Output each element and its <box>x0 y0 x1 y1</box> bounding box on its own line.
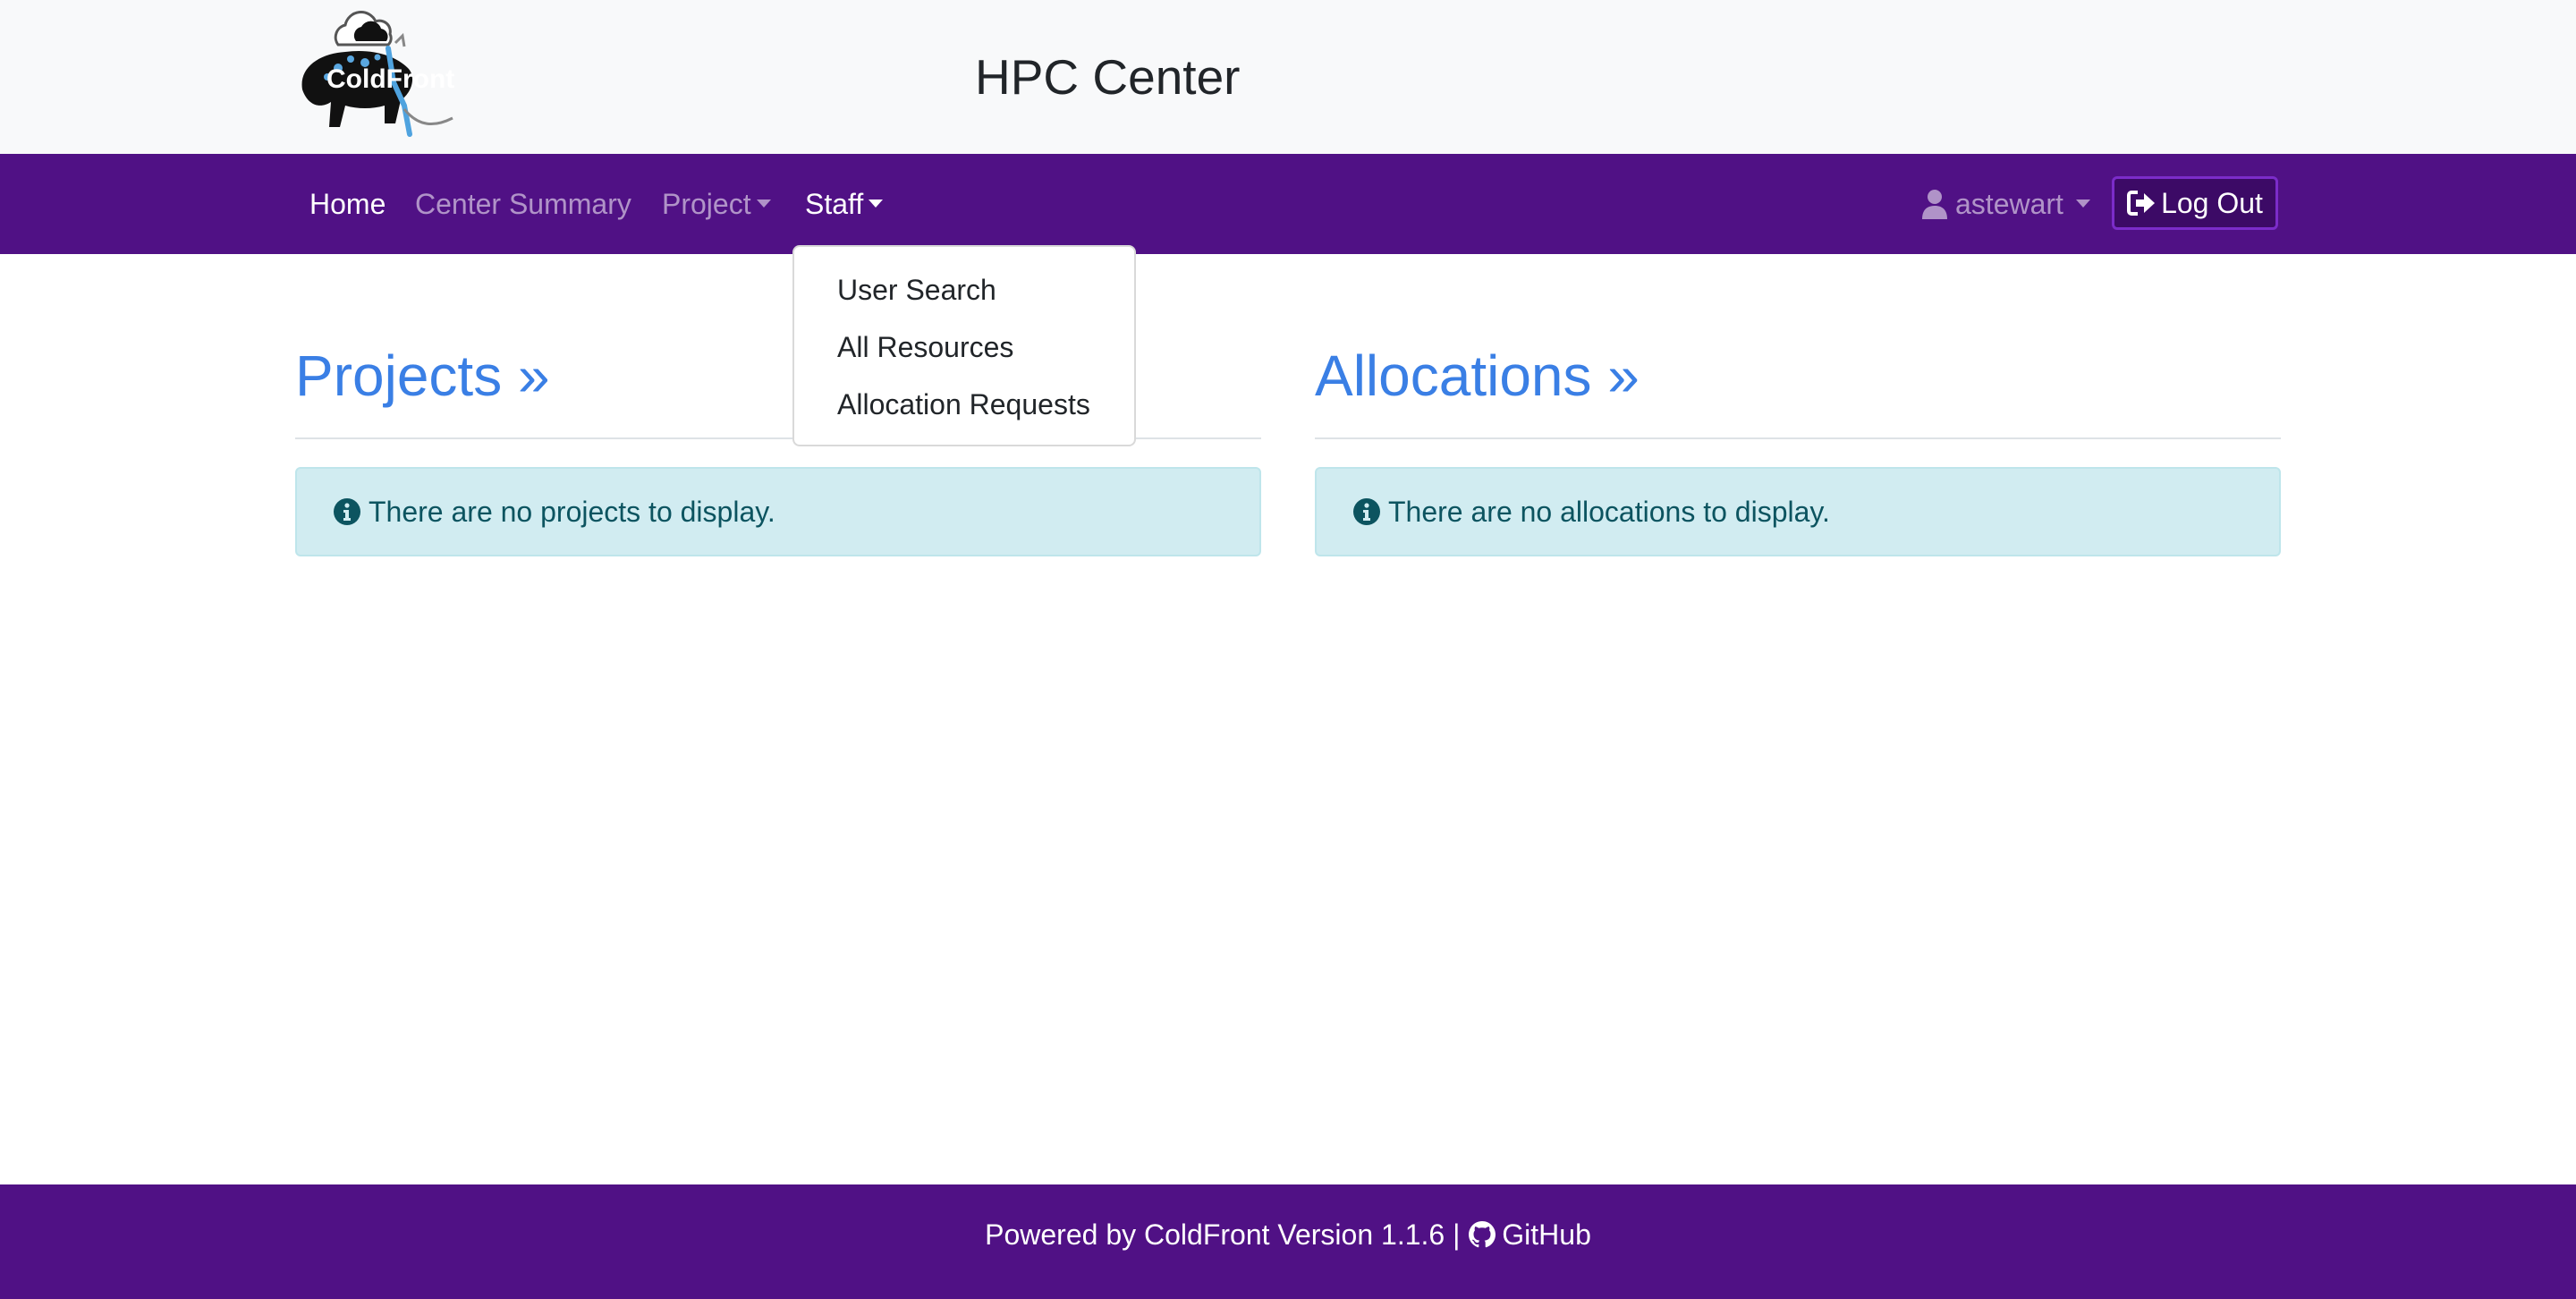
nav-center-summary[interactable]: Center Summary <box>415 154 631 254</box>
footer-github-label: GitHub <box>1502 1218 1591 1251</box>
nav-staff-label: Staff <box>805 188 864 220</box>
projects-empty-message: There are no projects to display. <box>369 496 775 528</box>
staff-dropdown-menu: User Search All Resources Allocation Req… <box>792 245 1136 446</box>
dropdown-item-user-search[interactable]: User Search <box>837 272 996 308</box>
logo-text: ColdFront <box>326 64 454 94</box>
caret-down-icon <box>756 200 771 208</box>
footer-github-link[interactable]: GitHub <box>1468 1218 1591 1251</box>
nav-user-label: astewart <box>1955 188 2063 220</box>
footer: Powered by ColdFront Version 1.1.6 | Git… <box>0 1184 2576 1299</box>
allocations-empty-message: There are no allocations to display. <box>1388 496 1830 528</box>
top-header: ColdFront HPC Center <box>0 0 2576 154</box>
logout-icon <box>2127 190 2156 216</box>
info-icon <box>334 497 360 525</box>
allocations-empty-alert: There are no allocations to display. <box>1315 467 2281 556</box>
coldfront-logo[interactable]: ColdFront <box>295 9 456 143</box>
logout-button[interactable]: Log Out <box>2112 176 2278 230</box>
projects-heading-link[interactable]: Projects » <box>295 338 550 413</box>
info-icon <box>1353 497 1380 525</box>
dropdown-item-allocation-requests[interactable]: Allocation Requests <box>837 386 1090 422</box>
user-icon <box>1922 189 1947 219</box>
logout-label: Log Out <box>2161 187 2263 219</box>
nav-project-dropdown[interactable]: Project <box>662 154 771 254</box>
allocations-divider <box>1315 437 2281 439</box>
nav-home[interactable]: Home <box>309 154 386 254</box>
nav-project-label: Project <box>662 188 751 220</box>
nav-user-dropdown[interactable]: astewart <box>1921 154 2090 254</box>
github-icon <box>1469 1220 1496 1247</box>
nav-staff-dropdown[interactable]: Staff <box>805 154 884 254</box>
caret-down-icon <box>2075 200 2090 208</box>
footer-powered-by: Powered by ColdFront Version 1.1.6 | <box>985 1218 1461 1251</box>
allocations-heading-link[interactable]: Allocations » <box>1315 338 1640 413</box>
projects-empty-alert: There are no projects to display. <box>295 467 1261 556</box>
caret-down-icon <box>869 200 884 208</box>
site-title: HPC Center <box>975 49 1241 105</box>
dropdown-item-all-resources[interactable]: All Resources <box>837 329 1013 365</box>
